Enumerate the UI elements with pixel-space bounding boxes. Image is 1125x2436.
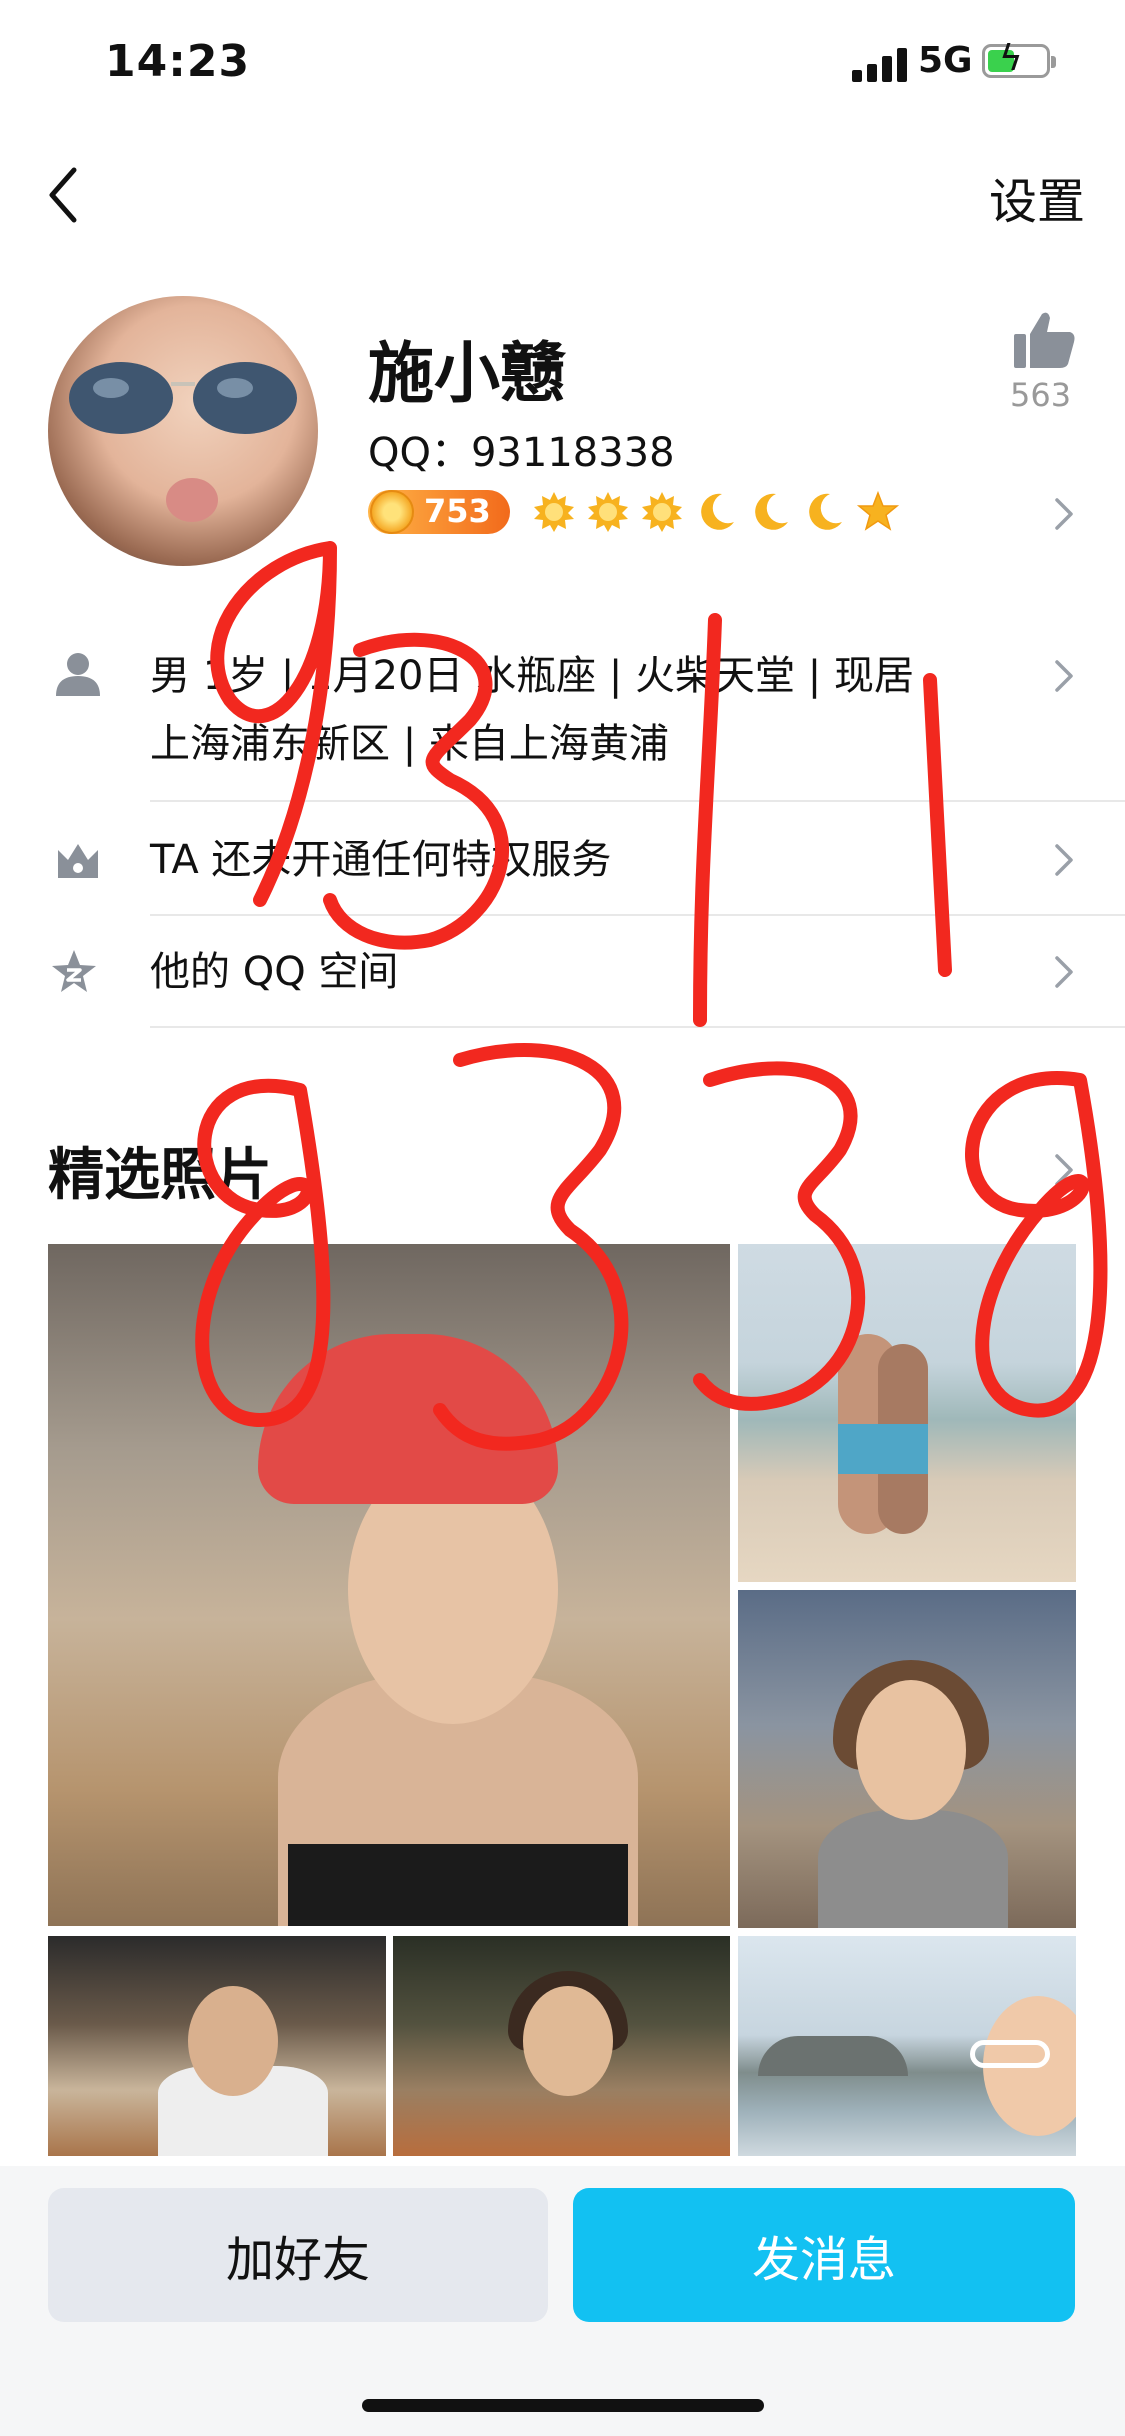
level-number: 753 — [424, 492, 491, 530]
status-bar: 14:23 5G ϟ — [0, 0, 1125, 130]
handwritten-digit — [923, 673, 952, 977]
battery-icon: ϟ — [982, 41, 1056, 78]
like-count: 563 — [1010, 376, 1072, 414]
qzone-star-icon — [52, 950, 96, 992]
add-friend-button[interactable]: 加好友 — [48, 2188, 548, 2322]
person-icon — [56, 653, 100, 696]
moon-icon — [701, 493, 734, 530]
photo-sea[interactable] — [738, 1936, 1076, 2156]
featured-photos-title: 精选照片 — [48, 1143, 272, 1208]
personal-info-line1: 男 1岁 | 1月20日 水瓶座 | 火柴天堂 | 现居 — [150, 653, 914, 699]
photo-restaurant-2[interactable] — [393, 1936, 730, 2156]
star-icon — [856, 490, 900, 531]
signal-icon — [852, 48, 908, 82]
photo-beach[interactable] — [738, 1244, 1076, 1582]
divider — [150, 1026, 1125, 1028]
chevron-right-icon[interactable] — [1052, 952, 1076, 992]
settings-button[interactable]: 设置 — [989, 162, 1085, 232]
divider — [150, 914, 1125, 916]
sun-icon — [534, 492, 574, 532]
chevron-right-icon[interactable] — [1052, 494, 1076, 534]
qq-number: QQ：93118338 — [368, 430, 675, 476]
avatar[interactable] — [48, 296, 318, 566]
avatar-lips — [166, 478, 218, 522]
thumbs-up-icon[interactable] — [1012, 310, 1076, 370]
level-icons — [532, 488, 900, 536]
home-indicator[interactable] — [362, 2399, 764, 2412]
personal-info-line2: 上海浦东新区 | 来自上海黄浦 — [150, 721, 669, 767]
moon-icon — [755, 493, 788, 530]
network-type: 5G — [918, 40, 973, 81]
sunglasses-graphic — [69, 362, 297, 434]
profile-name: 施小戆 — [368, 335, 566, 412]
photo-city[interactable] — [738, 1590, 1076, 1928]
chevron-right-icon[interactable] — [1052, 1150, 1076, 1190]
qzone-link[interactable]: 他的 QQ 空间 — [150, 938, 398, 1006]
crown-icon — [58, 844, 98, 878]
chevron-right-icon[interactable] — [1052, 840, 1076, 880]
moon-icon — [809, 493, 842, 530]
coin-icon — [370, 490, 414, 534]
divider — [150, 800, 1125, 802]
status-time: 14:23 — [105, 36, 251, 87]
photo-main[interactable] — [48, 1244, 730, 1926]
chevron-right-icon[interactable] — [1052, 656, 1076, 696]
sun-icon — [588, 492, 628, 532]
send-message-button[interactable]: 发消息 — [573, 2188, 1075, 2322]
privilege-text[interactable]: TA 还未开通任何特权服务 — [150, 826, 611, 894]
photo-restaurant-1[interactable] — [48, 1936, 386, 2156]
level-badge: 753 — [368, 490, 510, 534]
sun-icon — [642, 492, 682, 532]
back-chevron-icon[interactable] — [40, 160, 90, 230]
